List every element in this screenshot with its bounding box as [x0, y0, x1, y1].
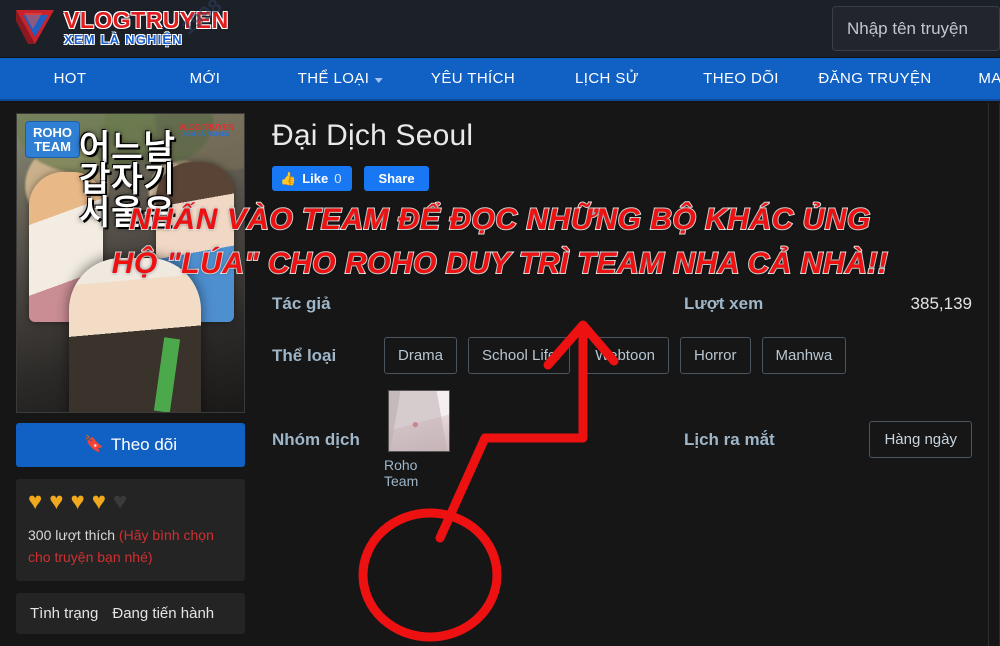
cover-korean-line3: 서울은	[79, 193, 176, 232]
info-row-group: Nhóm dịch Roho Team Lịch ra mắt Hàng ngà…	[272, 390, 972, 489]
like-count: 0	[334, 171, 342, 186]
cover-watermark-line1: VLOGTRUYEN	[178, 123, 234, 132]
page-root: VLOGTRUYEN XEM LÀ NGHIỆN 1998 HOT MỚI THỂ …	[0, 0, 1000, 646]
nav-item-lịch-sử[interactable]: LỊCH SỬ	[573, 70, 641, 87]
heart-icon-1[interactable]: ♥	[28, 490, 42, 514]
nav-item-label: HOT	[53, 70, 87, 87]
nav-item-ma[interactable]: MA	[976, 70, 1000, 87]
nav-item-yêu-thích[interactable]: YÊU THÍCH	[429, 70, 517, 87]
cover-korean-line1: 어느날	[79, 129, 176, 167]
cover-team-badge-line2: TEAM	[34, 138, 71, 154]
cover-character-main	[69, 258, 201, 412]
group-value: Roho Team	[384, 390, 684, 489]
logo-title: VLOGTRUYEN	[64, 6, 229, 33]
status-label: Tình trạng	[30, 605, 99, 623]
schedule-value-wrap: Hàng ngày	[814, 421, 972, 458]
views-label: Lượt xem	[684, 294, 764, 313]
nav-item-label: THỂ LOẠI	[297, 70, 370, 87]
site-logo[interactable]: VLOGTRUYEN XEM LÀ NGHIỆN	[12, 3, 229, 49]
status-value: Đang tiến hành	[112, 605, 215, 623]
views-value: 385,139	[910, 294, 972, 313]
nav-item-thể-loại[interactable]: THỂ LOẠI	[296, 70, 385, 87]
nav-item-hot[interactable]: HOT	[52, 70, 89, 87]
nav-item-label: LỊCH SỬ	[575, 70, 639, 87]
genre-tag-webtoon[interactable]: Webtoon	[581, 337, 669, 374]
chevron-down-icon	[374, 77, 383, 83]
info-table: Tác giả Lượt xem 385,139 Thể loại Drama S…	[272, 287, 972, 489]
heart-icon-3[interactable]: ♥	[71, 490, 85, 514]
info-row-author: Tác giả Lượt xem 385,139	[272, 287, 972, 321]
social-buttons: 👍 Like 0 Share	[272, 166, 972, 191]
nav-item-label: MỚI	[189, 70, 221, 87]
logo-subtitle: XEM LÀ NGHIỆN	[64, 31, 183, 47]
team-avatar-face	[389, 391, 449, 451]
cover-team-badge: ROHO TEAM	[25, 121, 80, 159]
content-area: ROHO TEAM VLOGTRUYEN XEM LÀ NGHIỆN 어느날 갑…	[0, 103, 1000, 646]
team-name: Roho Team	[384, 457, 419, 489]
facebook-share-button[interactable]: Share	[364, 166, 429, 191]
comic-cover[interactable]: ROHO TEAM VLOGTRUYEN XEM LÀ NGHIỆN 어느날 갑…	[16, 113, 245, 413]
schedule-badge[interactable]: Hàng ngày	[869, 421, 972, 458]
detail-main: Đại Dịch Seoul 👍 Like 0 Share Tác giả Lư…	[272, 103, 972, 505]
schedule-label: Lịch ra mắt	[684, 429, 775, 449]
search-input[interactable]	[832, 6, 1000, 51]
cover-korean-line2: 갑자기	[79, 161, 176, 200]
status-panel: Tình trạng Đang tiến hành	[16, 593, 245, 635]
nav-item-label: YÊU THÍCH	[430, 70, 516, 87]
genre-tag-drama[interactable]: Drama	[384, 337, 458, 374]
right-divider	[988, 103, 989, 646]
heart-icon-2[interactable]: ♥	[49, 490, 63, 514]
site-header: VLOGTRUYEN XEM LÀ NGHIỆN 1998	[0, 0, 1000, 58]
nav-item-label: MA	[978, 70, 1000, 87]
rating-panel: ♥ ♥ ♥ ♥ ♥ 300 lượt thích (Hãy bình chọn cho …	[16, 479, 245, 582]
cover-watermark-line2: XEM LÀ NGHIỆN	[182, 132, 231, 138]
follow-button-label: Theo dõi	[110, 435, 178, 454]
nav-item-đăng-truyện[interactable]: ĐĂNG TRUYỆN	[816, 70, 933, 87]
heart-icon-4[interactable]: ♥	[92, 490, 106, 514]
follow-button[interactable]: 🔖 Theo dõi	[16, 423, 245, 467]
info-row-genres: Thể loại Drama School Life Webtoon Horror Ma…	[272, 337, 972, 374]
genre-tag-horror[interactable]: Horror	[680, 337, 751, 374]
bookmark-icon: 🔖	[83, 436, 104, 453]
cover-korean-title: 어느날 갑자기 서울은	[79, 129, 176, 232]
translation-team[interactable]: Roho Team	[384, 390, 454, 489]
likes-count-text: 300 lượt thích	[28, 527, 116, 543]
nav-item-theo-dõi[interactable]: THEO DÕI	[701, 70, 781, 87]
group-label: Nhóm dịch	[272, 429, 360, 449]
main-navigation: HOT MỚI THỂ LOẠI YÊU THÍCH LỊCH SỬ THEO DÕI ĐĂ…	[0, 58, 1000, 101]
facebook-like-button[interactable]: 👍 Like 0	[272, 166, 353, 191]
author-label: Tác giả	[272, 294, 331, 313]
genre-list: Drama School Life Webtoon Horror Manhwa	[384, 337, 847, 374]
genre-tag-manhwa[interactable]: Manhwa	[761, 337, 847, 374]
heart-rating[interactable]: ♥ ♥ ♥ ♥ ♥	[28, 490, 233, 514]
heart-icon-5[interactable]: ♥	[113, 490, 127, 514]
like-summary: 300 lượt thích (Hãy bình chọn cho truyện…	[28, 525, 233, 568]
nav-item-mới[interactable]: MỚI	[188, 70, 223, 87]
annotation-circle	[358, 508, 502, 642]
nav-item-label: THEO DÕI	[703, 70, 779, 87]
thumbs-up-icon: 👍	[280, 171, 297, 186]
genre-label: Thể loại	[272, 345, 337, 365]
genre-tag-school-life[interactable]: School Life	[468, 337, 571, 374]
cover-watermark-logo: VLOGTRUYEN XEM LÀ NGHIỆN	[178, 123, 234, 139]
nav-item-label: ĐĂNG TRUYỆN	[818, 70, 932, 87]
detail-sidebar: ROHO TEAM VLOGTRUYEN XEM LÀ NGHIỆN 어느날 갑…	[16, 113, 245, 635]
page-title: Đại Dịch Seoul	[272, 119, 474, 152]
team-avatar	[388, 390, 450, 452]
like-label: Like	[302, 171, 329, 186]
logo-triangle-icon	[12, 3, 58, 49]
